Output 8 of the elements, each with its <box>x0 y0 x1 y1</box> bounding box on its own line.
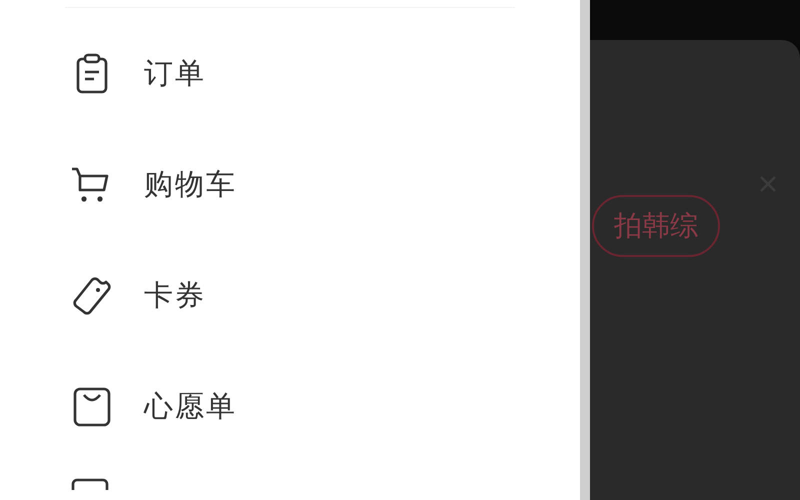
menu-item[interactable]: 心愿单 <box>0 351 580 462</box>
menu-label: 购物车 <box>144 166 237 204</box>
menu-label: 卡券 <box>144 277 206 314</box>
menu-label: 心愿单 <box>144 388 237 426</box>
menu-label: 订单 <box>144 55 206 92</box>
menu-item[interactable]: 订单 <box>0 18 580 130</box>
menu-item[interactable]: 卡券 <box>0 240 580 352</box>
menu-item[interactable]: 购物车 <box>0 129 580 240</box>
